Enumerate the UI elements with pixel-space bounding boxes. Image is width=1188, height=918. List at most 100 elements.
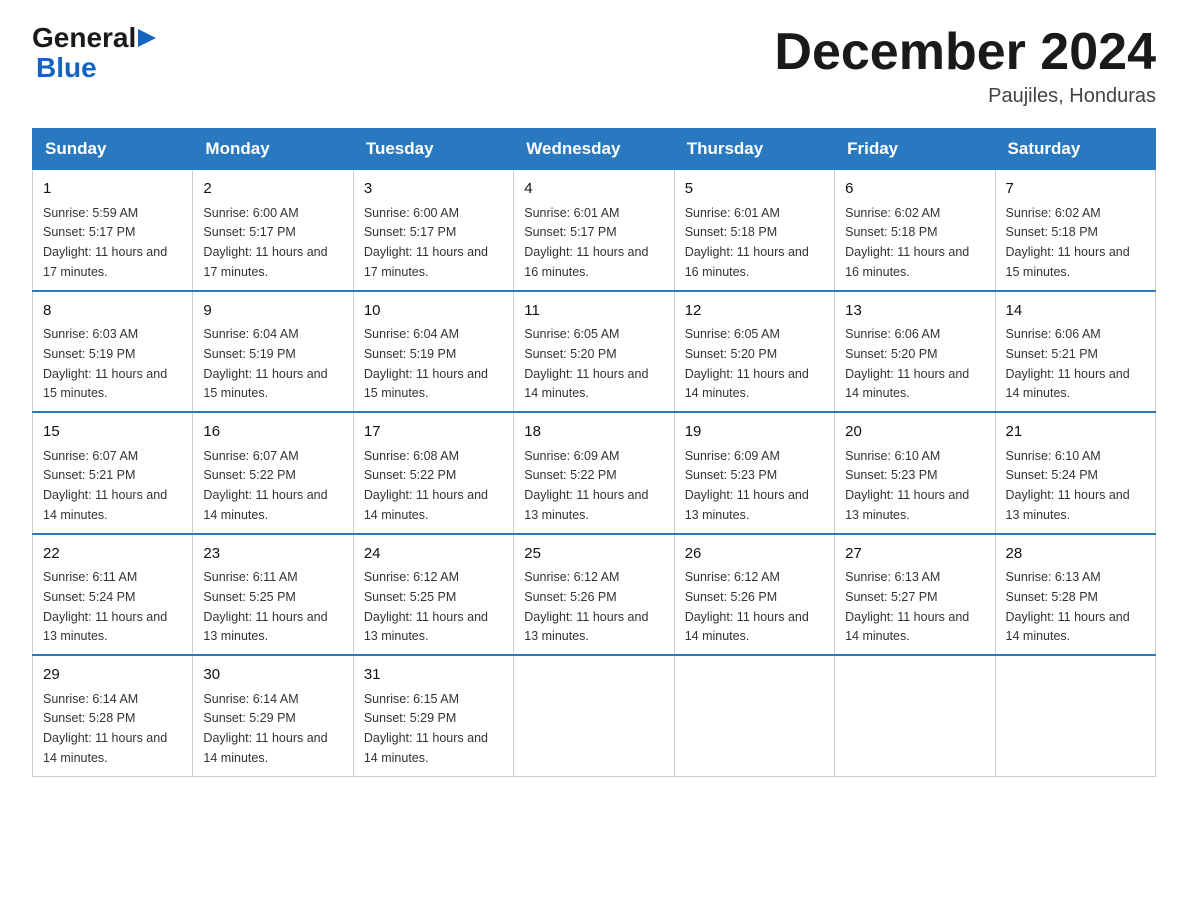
logo-arrow-icon [138, 27, 156, 49]
calendar-day-cell: 29 Sunrise: 6:14 AMSunset: 5:28 PMDaylig… [33, 655, 193, 776]
day-info: Sunrise: 6:02 AMSunset: 5:18 PMDaylight:… [845, 206, 969, 279]
calendar-day-cell: 17 Sunrise: 6:08 AMSunset: 5:22 PMDaylig… [353, 412, 513, 534]
calendar-day-cell: 14 Sunrise: 6:06 AMSunset: 5:21 PMDaylig… [995, 291, 1155, 413]
day-info: Sunrise: 6:09 AMSunset: 5:22 PMDaylight:… [524, 449, 648, 522]
day-number: 7 [1006, 178, 1145, 201]
day-number: 22 [43, 543, 182, 566]
calendar-week-row: 8 Sunrise: 6:03 AMSunset: 5:19 PMDayligh… [33, 291, 1156, 413]
day-number: 26 [685, 543, 824, 566]
calendar-day-cell: 5 Sunrise: 6:01 AMSunset: 5:18 PMDayligh… [674, 170, 834, 291]
calendar-day-cell [674, 655, 834, 776]
calendar-day-cell: 23 Sunrise: 6:11 AMSunset: 5:25 PMDaylig… [193, 534, 353, 656]
calendar-day-cell [835, 655, 995, 776]
day-number: 14 [1006, 300, 1145, 323]
day-number: 24 [364, 543, 503, 566]
day-info: Sunrise: 6:14 AMSunset: 5:28 PMDaylight:… [43, 692, 167, 765]
calendar-day-cell: 3 Sunrise: 6:00 AMSunset: 5:17 PMDayligh… [353, 170, 513, 291]
day-info: Sunrise: 6:07 AMSunset: 5:22 PMDaylight:… [203, 449, 327, 522]
calendar-day-cell: 18 Sunrise: 6:09 AMSunset: 5:22 PMDaylig… [514, 412, 674, 534]
day-info: Sunrise: 6:04 AMSunset: 5:19 PMDaylight:… [364, 327, 488, 400]
day-number: 17 [364, 421, 503, 444]
day-number: 6 [845, 178, 984, 201]
calendar-body: 1 Sunrise: 5:59 AMSunset: 5:17 PMDayligh… [33, 170, 1156, 777]
day-info: Sunrise: 6:05 AMSunset: 5:20 PMDaylight:… [685, 327, 809, 400]
calendar-day-cell: 24 Sunrise: 6:12 AMSunset: 5:25 PMDaylig… [353, 534, 513, 656]
title-area: December 2024 Paujiles, Honduras [774, 24, 1156, 108]
day-number: 31 [364, 664, 503, 687]
day-info: Sunrise: 6:02 AMSunset: 5:18 PMDaylight:… [1006, 206, 1130, 279]
calendar-week-row: 29 Sunrise: 6:14 AMSunset: 5:28 PMDaylig… [33, 655, 1156, 776]
day-number: 25 [524, 543, 663, 566]
calendar-day-cell: 26 Sunrise: 6:12 AMSunset: 5:26 PMDaylig… [674, 534, 834, 656]
calendar-day-cell: 21 Sunrise: 6:10 AMSunset: 5:24 PMDaylig… [995, 412, 1155, 534]
calendar-day-cell: 25 Sunrise: 6:12 AMSunset: 5:26 PMDaylig… [514, 534, 674, 656]
calendar-day-cell: 16 Sunrise: 6:07 AMSunset: 5:22 PMDaylig… [193, 412, 353, 534]
day-number: 9 [203, 300, 342, 323]
day-info: Sunrise: 6:12 AMSunset: 5:26 PMDaylight:… [685, 570, 809, 643]
day-info: Sunrise: 6:06 AMSunset: 5:20 PMDaylight:… [845, 327, 969, 400]
calendar-day-cell: 7 Sunrise: 6:02 AMSunset: 5:18 PMDayligh… [995, 170, 1155, 291]
day-info: Sunrise: 6:10 AMSunset: 5:24 PMDaylight:… [1006, 449, 1130, 522]
calendar-day-cell: 10 Sunrise: 6:04 AMSunset: 5:19 PMDaylig… [353, 291, 513, 413]
day-info: Sunrise: 5:59 AMSunset: 5:17 PMDaylight:… [43, 206, 167, 279]
day-number: 13 [845, 300, 984, 323]
day-info: Sunrise: 6:13 AMSunset: 5:28 PMDaylight:… [1006, 570, 1130, 643]
calendar-header-cell: Thursday [674, 129, 834, 170]
calendar-header-cell: Sunday [33, 129, 193, 170]
day-info: Sunrise: 6:11 AMSunset: 5:25 PMDaylight:… [203, 570, 327, 643]
day-info: Sunrise: 6:13 AMSunset: 5:27 PMDaylight:… [845, 570, 969, 643]
day-info: Sunrise: 6:00 AMSunset: 5:17 PMDaylight:… [364, 206, 488, 279]
day-number: 2 [203, 178, 342, 201]
day-number: 12 [685, 300, 824, 323]
day-info: Sunrise: 6:15 AMSunset: 5:29 PMDaylight:… [364, 692, 488, 765]
day-info: Sunrise: 6:11 AMSunset: 5:24 PMDaylight:… [43, 570, 167, 643]
day-info: Sunrise: 6:01 AMSunset: 5:17 PMDaylight:… [524, 206, 648, 279]
calendar-day-cell: 8 Sunrise: 6:03 AMSunset: 5:19 PMDayligh… [33, 291, 193, 413]
logo: General Blue [32, 24, 156, 84]
calendar-day-cell: 6 Sunrise: 6:02 AMSunset: 5:18 PMDayligh… [835, 170, 995, 291]
day-number: 10 [364, 300, 503, 323]
logo-blue: Blue [36, 52, 156, 84]
calendar-day-cell: 13 Sunrise: 6:06 AMSunset: 5:20 PMDaylig… [835, 291, 995, 413]
day-number: 19 [685, 421, 824, 444]
calendar-day-cell [514, 655, 674, 776]
day-info: Sunrise: 6:06 AMSunset: 5:21 PMDaylight:… [1006, 327, 1130, 400]
calendar-week-row: 15 Sunrise: 6:07 AMSunset: 5:21 PMDaylig… [33, 412, 1156, 534]
day-info: Sunrise: 6:05 AMSunset: 5:20 PMDaylight:… [524, 327, 648, 400]
day-number: 16 [203, 421, 342, 444]
calendar-table: SundayMondayTuesdayWednesdayThursdayFrid… [32, 128, 1156, 777]
day-number: 11 [524, 300, 663, 323]
calendar-day-cell: 12 Sunrise: 6:05 AMSunset: 5:20 PMDaylig… [674, 291, 834, 413]
calendar-day-cell: 20 Sunrise: 6:10 AMSunset: 5:23 PMDaylig… [835, 412, 995, 534]
calendar-header-cell: Monday [193, 129, 353, 170]
calendar-week-row: 1 Sunrise: 5:59 AMSunset: 5:17 PMDayligh… [33, 170, 1156, 291]
day-number: 3 [364, 178, 503, 201]
calendar-header-cell: Friday [835, 129, 995, 170]
day-number: 1 [43, 178, 182, 201]
day-info: Sunrise: 6:03 AMSunset: 5:19 PMDaylight:… [43, 327, 167, 400]
calendar-day-cell [995, 655, 1155, 776]
calendar-header-cell: Tuesday [353, 129, 513, 170]
day-number: 27 [845, 543, 984, 566]
day-number: 5 [685, 178, 824, 201]
day-number: 4 [524, 178, 663, 201]
day-number: 15 [43, 421, 182, 444]
calendar-day-cell: 27 Sunrise: 6:13 AMSunset: 5:27 PMDaylig… [835, 534, 995, 656]
day-info: Sunrise: 6:08 AMSunset: 5:22 PMDaylight:… [364, 449, 488, 522]
day-info: Sunrise: 6:12 AMSunset: 5:26 PMDaylight:… [524, 570, 648, 643]
day-number: 20 [845, 421, 984, 444]
day-info: Sunrise: 6:10 AMSunset: 5:23 PMDaylight:… [845, 449, 969, 522]
calendar-day-cell: 22 Sunrise: 6:11 AMSunset: 5:24 PMDaylig… [33, 534, 193, 656]
calendar-day-cell: 30 Sunrise: 6:14 AMSunset: 5:29 PMDaylig… [193, 655, 353, 776]
calendar-day-cell: 31 Sunrise: 6:15 AMSunset: 5:29 PMDaylig… [353, 655, 513, 776]
calendar-header: SundayMondayTuesdayWednesdayThursdayFrid… [33, 129, 1156, 170]
calendar-day-cell: 1 Sunrise: 5:59 AMSunset: 5:17 PMDayligh… [33, 170, 193, 291]
calendar-day-cell: 4 Sunrise: 6:01 AMSunset: 5:17 PMDayligh… [514, 170, 674, 291]
day-number: 23 [203, 543, 342, 566]
day-number: 21 [1006, 421, 1145, 444]
calendar-day-cell: 2 Sunrise: 6:00 AMSunset: 5:17 PMDayligh… [193, 170, 353, 291]
day-number: 30 [203, 664, 342, 687]
logo-general: General [32, 24, 136, 52]
calendar-day-cell: 9 Sunrise: 6:04 AMSunset: 5:19 PMDayligh… [193, 291, 353, 413]
day-number: 8 [43, 300, 182, 323]
